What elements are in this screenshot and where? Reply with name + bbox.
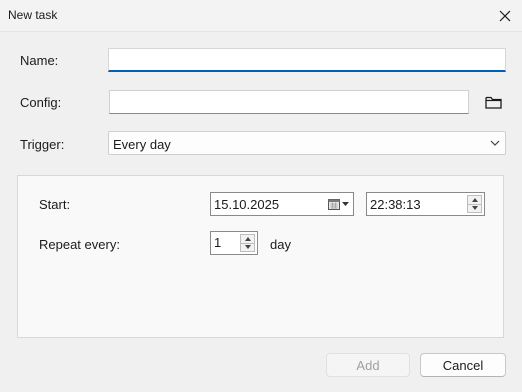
repeat-down-button[interactable] — [240, 243, 255, 252]
time-spinner — [467, 195, 482, 213]
repeat-value: 1 — [214, 235, 222, 250]
time-up-button[interactable] — [467, 195, 482, 205]
start-time-input[interactable]: 22:38:13 — [366, 192, 485, 216]
cancel-button[interactable]: Cancel — [420, 353, 506, 377]
start-time-value: 22:38:13 — [370, 197, 421, 212]
title-bar: New task — [0, 0, 522, 31]
add-button[interactable]: Add — [326, 353, 410, 377]
close-button[interactable] — [492, 3, 518, 29]
calendar-icon — [327, 199, 340, 210]
window-title: New task — [8, 8, 58, 22]
arrow-up-icon — [244, 236, 251, 241]
repeat-stepper[interactable]: 1 — [210, 231, 258, 255]
start-date-picker[interactable]: 15.10.2025 — [210, 192, 354, 216]
start-date-value: 15.10.2025 — [214, 197, 280, 212]
config-label: Config: — [20, 95, 62, 110]
chevron-down-icon — [490, 140, 500, 146]
close-icon — [499, 10, 511, 22]
repeat-up-button[interactable] — [240, 234, 255, 244]
time-down-button[interactable] — [467, 204, 482, 213]
schedule-group: Start: 15.10.2025 22:38:13 Repeat every:… — [17, 175, 504, 338]
arrow-up-icon — [471, 197, 478, 202]
dropdown-arrow-icon — [341, 201, 349, 206]
repeat-unit-label: day — [270, 237, 291, 252]
name-label: Name: — [20, 53, 59, 68]
trigger-select[interactable]: Every day — [108, 131, 506, 155]
arrow-down-icon — [471, 206, 478, 211]
start-label: Start: — [39, 197, 71, 212]
browse-config-button[interactable] — [481, 92, 505, 112]
calendar-dropdown-button[interactable] — [326, 196, 350, 212]
config-input[interactable] — [109, 90, 469, 114]
trigger-value: Every day — [113, 137, 171, 152]
dialog-body: Name: Config: Trigger: Every day Start: … — [0, 31, 522, 392]
arrow-down-icon — [244, 245, 251, 250]
folder-icon — [484, 96, 502, 109]
repeat-label: Repeat every: — [39, 237, 120, 252]
repeat-spinner — [240, 234, 255, 252]
trigger-label: Trigger: — [20, 137, 65, 152]
name-input[interactable] — [108, 48, 506, 72]
